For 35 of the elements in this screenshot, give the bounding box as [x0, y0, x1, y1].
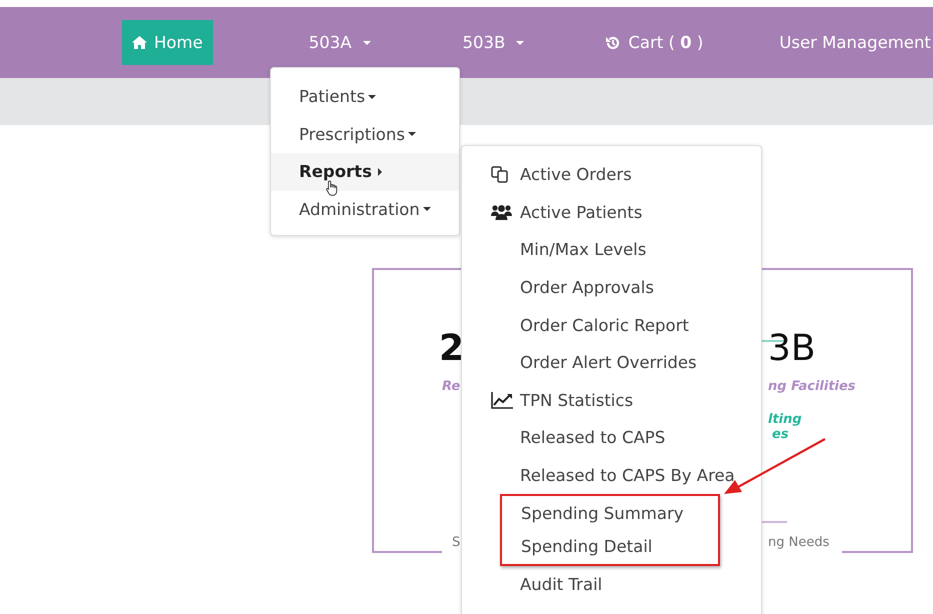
caret-icon — [362, 40, 371, 44]
stat-number: 2 — [439, 328, 464, 369]
menu-item[interactable]: Active Orders — [520, 165, 632, 184]
stat-link-text: lting — [768, 412, 802, 427]
menu-item[interactable]: Audit Trail — [520, 574, 602, 594]
history-icon — [605, 34, 622, 50]
menu-item[interactable]: Min/Max Levels — [520, 240, 646, 260]
menu-item[interactable]: Spending Detail — [521, 537, 652, 556]
stat-number: 3B — [768, 328, 816, 369]
home-icon — [132, 36, 147, 49]
menu-item[interactable]: Released to CAPS By Area — [520, 466, 735, 486]
caret-icon — [422, 207, 431, 212]
users-icon — [491, 204, 512, 220]
menu-item[interactable]: Patients — [271, 78, 459, 116]
stat-caption: ng Facilities — [768, 379, 856, 394]
menu-item[interactable]: Order Approvals — [520, 278, 654, 298]
menu-item[interactable]: Prescriptions — [271, 116, 459, 153]
caret-icon — [516, 40, 524, 44]
caret-icon — [368, 94, 376, 99]
menu-item[interactable]: TPN Statistics — [520, 390, 634, 410]
copy-icon — [491, 166, 509, 184]
stat-caption: Re — [442, 379, 460, 394]
line-chart-icon — [491, 392, 513, 409]
card-footer-text: S — [452, 535, 460, 550]
hand-cursor-icon — [326, 180, 338, 196]
menu-item[interactable]: Spending Summary — [521, 504, 684, 523]
caret-icon — [378, 168, 382, 176]
menu-item[interactable]: Administration — [271, 190, 459, 228]
menu-item[interactable]: Order Caloric Report — [520, 316, 689, 335]
menu-item[interactable]: Active Patients — [520, 202, 642, 222]
caret-icon — [408, 132, 416, 136]
menu-item[interactable]: Released to CAPS — [520, 428, 666, 448]
stat-link-text: es — [772, 427, 789, 442]
card-footer-text: ng Needs — [768, 535, 830, 550]
menu-item[interactable]: Order Alert Overrides — [520, 353, 697, 372]
